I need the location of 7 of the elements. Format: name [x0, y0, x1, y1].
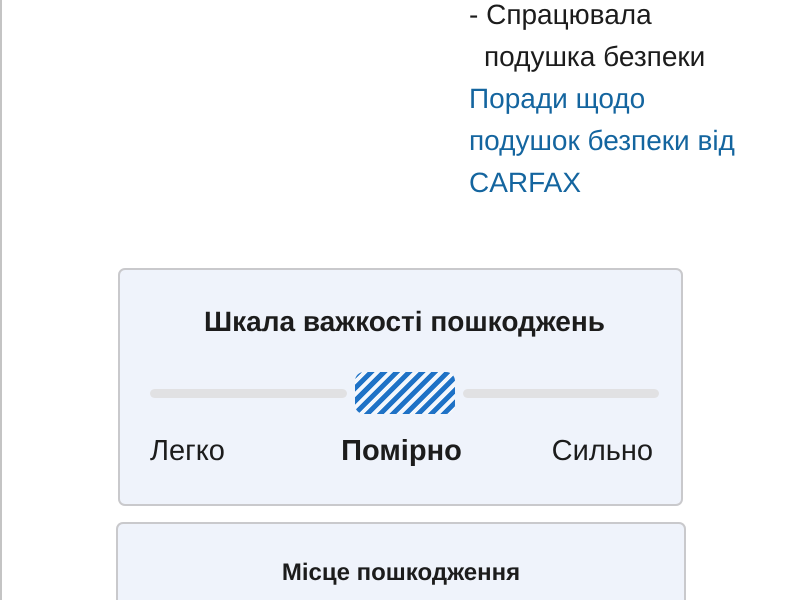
severity-label: Легко	[150, 434, 225, 468]
airbag-tips-link[interactable]: Поради щодо подушок безпеки від CARFAX	[469, 78, 757, 204]
severity-label: Помірно	[341, 434, 462, 468]
airbag-note-text: - Спрацювала подушка безпеки	[469, 0, 706, 74]
severity-title: Шкала важкості пошкоджень	[202, 306, 606, 338]
damage-location-title: Місце пошкодження	[280, 558, 522, 588]
severity-label: Сильно	[552, 434, 653, 468]
